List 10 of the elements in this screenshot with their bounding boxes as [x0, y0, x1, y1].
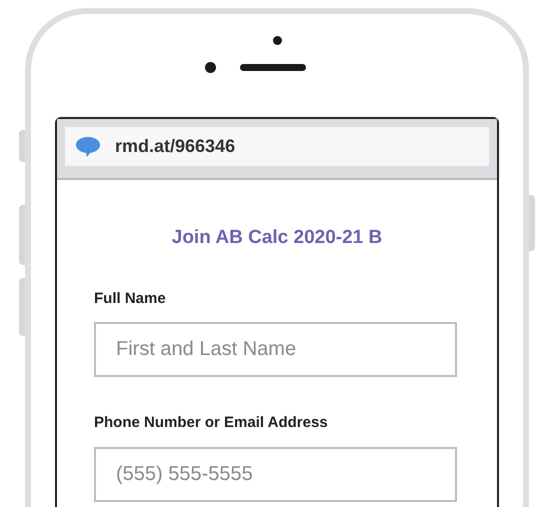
- input-field[interactable]: (555) 555-5555: [94, 446, 457, 502]
- form-title: Join AB Calc 2020-21 B: [170, 226, 384, 250]
- speaker-icon: [240, 64, 306, 71]
- sensor-icon: [204, 62, 216, 73]
- speech-bubble-icon: [75, 136, 101, 158]
- input-field[interactable]: First and Last Name: [94, 322, 457, 377]
- camera-icon: [272, 36, 282, 45]
- url-text: rmd.at/966346: [115, 135, 236, 158]
- field-label: Full Name: [94, 288, 167, 308]
- field-label: Phone Number or Email Address: [94, 413, 329, 433]
